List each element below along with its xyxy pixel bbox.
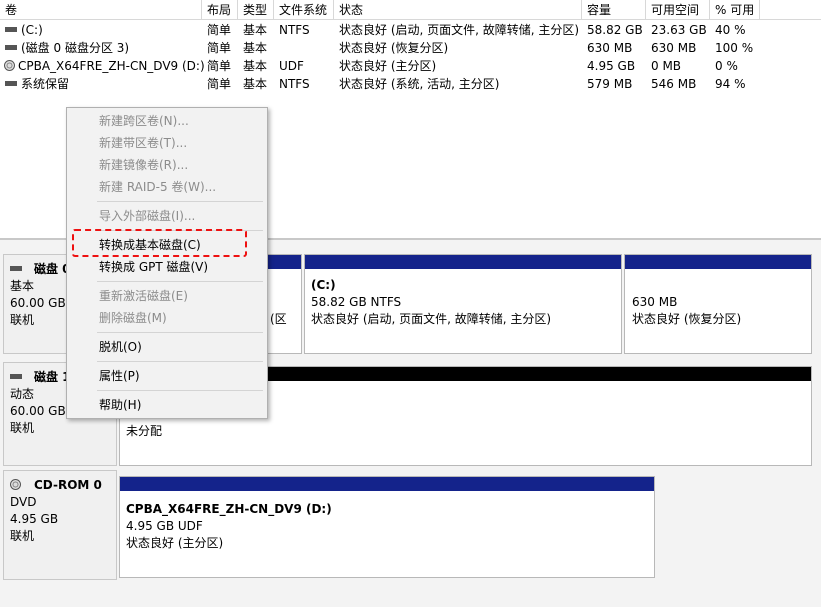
volume-capacity: 579 MB [587, 77, 633, 91]
volume-type: 基本 [243, 59, 268, 73]
partition-recovery[interactable]: 630 MB 状态良好 (恢复分区) [624, 254, 812, 354]
volume-name: CPBA_X64FRE_ZH-CN_DV9 (D:) [18, 59, 205, 73]
disk-icon [5, 27, 17, 32]
menu-item-new-spanned-volume: 新建跨区卷(N)... [99, 114, 189, 128]
volume-status: 状态良好 (主分区) [339, 59, 437, 73]
volume-layout: 简单 [207, 59, 232, 73]
volume-status: 状态良好 (恢复分区) [339, 41, 449, 55]
volume-name: (磁盘 0 磁盘分区 3) [21, 41, 130, 55]
partition-size: 4.95 GB UDF [126, 519, 203, 533]
menu-separator [97, 390, 263, 391]
table-row[interactable]: (磁盘 0 磁盘分区 3) 简单 基本 状态良好 (恢复分区) 630 MB 6… [0, 39, 821, 57]
volume-free-space: 0 MB [651, 59, 682, 73]
volume-layout: 简单 [207, 23, 232, 37]
volume-filesystem: UDF [279, 59, 304, 73]
menu-item-offline[interactable]: 脱机(O) [67, 336, 267, 358]
partition-status: (区 [270, 312, 287, 326]
column-header-layout[interactable]: 布局 [202, 0, 238, 20]
partition-status: 状态良好 (恢复分区) [632, 312, 742, 326]
menu-item-remove-disk: 删除磁盘(M) [99, 311, 167, 325]
context-menu: 新建跨区卷(N)... 新建带区卷(T)... 新建镜像卷(R)... 新建 R… [66, 107, 268, 419]
menu-item-new-striped-volume: 新建带区卷(T)... [99, 136, 188, 150]
disk-kind: DVD [10, 495, 37, 509]
volume-percent-free: 94 % [715, 77, 746, 91]
partition-c[interactable]: (C:) 58.82 GB NTFS 状态良好 (启动, 页面文件, 故障转储,… [304, 254, 622, 354]
highlight-annotation-box [72, 229, 247, 257]
menu-item-new-raid5-volume: 新建 RAID-5 卷(W)... [99, 180, 217, 194]
volume-layout: 简单 [207, 41, 232, 55]
column-header-volume[interactable]: 卷 [0, 0, 202, 20]
volume-percent-free: 0 % [715, 59, 738, 73]
volume-percent-free: 100 % [715, 41, 754, 55]
menu-item-convert-to-gpt-disk[interactable]: 转换成 GPT 磁盘(V) [67, 256, 267, 278]
volume-status: 状态良好 (启动, 页面文件, 故障转储, 主分区) [339, 23, 580, 37]
volume-capacity: 4.95 GB [587, 59, 636, 73]
volume-filesystem: NTFS [279, 23, 310, 37]
partition-size: 630 MB [632, 295, 678, 309]
table-row[interactable]: CPBA_X64FRE_ZH-CN_DV9 (D:) 简单 基本 UDF 状态良… [0, 57, 821, 75]
volume-free-space: 23.63 GB [651, 23, 707, 37]
volume-capacity: 58.82 GB [587, 23, 643, 37]
disk-state: 联机 [10, 421, 35, 435]
menu-item-reactivate-disk: 重新激活磁盘(E) [99, 289, 188, 303]
primary-partition-bar [120, 477, 654, 491]
volume-filesystem: NTFS [279, 77, 310, 91]
volume-type: 基本 [243, 23, 268, 37]
menu-item-new-mirrored-volume: 新建镜像卷(R)... [99, 158, 189, 172]
disk-icon [10, 374, 22, 379]
volume-filesystem [274, 39, 279, 57]
volume-status: 状态良好 (系统, 活动, 主分区) [339, 77, 500, 91]
menu-separator [97, 332, 263, 333]
disk-state: 联机 [10, 529, 35, 543]
disk-icon [10, 266, 22, 271]
disk-size: 4.95 GB [10, 512, 59, 526]
disk-icon [5, 81, 17, 86]
partition-name: CPBA_X64FRE_ZH-CN_DV9 (D:) [126, 502, 332, 516]
volume-free-space: 630 MB [651, 41, 697, 55]
dvd-icon [4, 60, 15, 71]
column-header-free-space[interactable]: 可用空间 [646, 0, 710, 20]
volume-name: (C:) [21, 23, 43, 37]
dvd-icon [10, 479, 21, 490]
volume-type: 基本 [243, 41, 268, 55]
menu-separator [97, 361, 263, 362]
primary-partition-bar [625, 255, 811, 269]
table-row[interactable]: 系统保留 简单 基本 NTFS 状态良好 (系统, 活动, 主分区) 579 M… [0, 75, 821, 93]
menu-separator [97, 281, 263, 282]
column-header-capacity[interactable]: 容量 [582, 0, 646, 20]
menu-item-import-foreign-disks: 导入外部磁盘(I)... [99, 209, 196, 223]
partition-size: 58.82 GB NTFS [311, 295, 402, 309]
column-header-status[interactable]: 状态 [334, 0, 582, 20]
menu-separator [97, 201, 263, 202]
volume-name: 系统保留 [21, 77, 70, 91]
menu-item-help[interactable]: 帮助(H) [67, 394, 267, 416]
disk-title: CD-ROM 0 [34, 478, 102, 492]
volume-capacity: 630 MB [587, 41, 633, 55]
disk-icon [5, 45, 17, 50]
column-header-percent-free[interactable]: % 可用 [710, 0, 760, 20]
column-header-spacer [760, 0, 821, 20]
volume-type: 基本 [243, 77, 268, 91]
cdrom-0-label[interactable]: CD-ROM 0 DVD 4.95 GB 联机 [3, 470, 117, 580]
volume-free-space: 546 MB [651, 77, 697, 91]
partition-status: 状态良好 (启动, 页面文件, 故障转储, 主分区) [311, 312, 552, 326]
volume-percent-free: 40 % [715, 23, 746, 37]
column-header-filesystem[interactable]: 文件系统 [274, 0, 334, 20]
table-row[interactable]: (C:) 简单 基本 NTFS 状态良好 (启动, 页面文件, 故障转储, 主分… [0, 21, 821, 39]
primary-partition-bar [305, 255, 621, 269]
partition-d[interactable]: CPBA_X64FRE_ZH-CN_DV9 (D:) 4.95 GB UDF 状… [119, 476, 655, 578]
partition-status: 未分配 [126, 424, 163, 438]
volume-layout: 简单 [207, 77, 232, 91]
menu-item-properties[interactable]: 属性(P) [67, 365, 267, 387]
partition-name: (C:) [311, 278, 336, 292]
column-header-type[interactable]: 类型 [238, 0, 274, 20]
partition-status: 状态良好 (主分区) [126, 536, 224, 550]
